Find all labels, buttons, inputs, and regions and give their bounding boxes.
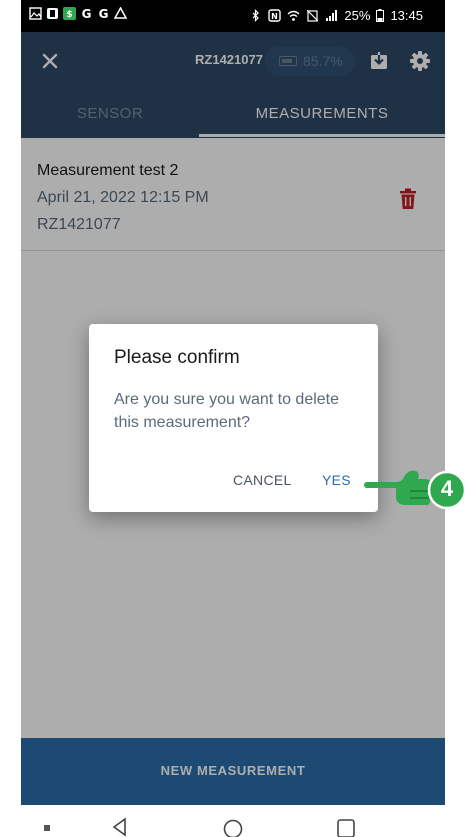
signal-icon bbox=[326, 10, 338, 21]
bluetooth-icon bbox=[252, 9, 260, 22]
svg-text:$: $ bbox=[66, 10, 72, 20]
app-notification-icon bbox=[47, 8, 58, 19]
phone-screen: $ G G N 25% 13:45 RZ1421077 85.7% SENSOR… bbox=[21, 0, 445, 805]
drive-icon bbox=[114, 7, 127, 19]
google-icon: G bbox=[82, 7, 92, 20]
dialog-title: Please confirm bbox=[114, 347, 240, 368]
step-pointer: 4 bbox=[362, 463, 466, 511]
confirm-dialog: Please confirm Are you sure you want to … bbox=[89, 324, 378, 512]
dialog-message: Are you sure you want to delete this mea… bbox=[114, 391, 340, 431]
battery-icon bbox=[376, 9, 385, 22]
cancel-button[interactable]: CANCEL bbox=[233, 472, 292, 488]
home-icon[interactable] bbox=[222, 818, 244, 837]
green-app-icon: $ bbox=[63, 7, 76, 20]
svg-text:N: N bbox=[272, 12, 279, 21]
recent-apps-icon[interactable] bbox=[336, 818, 356, 837]
svg-text:G: G bbox=[99, 7, 109, 20]
step-number: 4 bbox=[440, 476, 454, 501]
svg-text:G: G bbox=[82, 7, 92, 20]
back-icon[interactable] bbox=[111, 817, 129, 837]
clock: 13:45 bbox=[390, 8, 423, 23]
battery-percent: 25% bbox=[344, 8, 371, 23]
nfc-icon: N bbox=[268, 9, 282, 22]
wifi-icon bbox=[287, 10, 300, 21]
image-icon bbox=[29, 7, 42, 20]
nav-dot-icon bbox=[44, 825, 50, 831]
google-icon: G bbox=[99, 7, 109, 20]
mute-icon bbox=[306, 9, 319, 22]
status-bar: $ G G N 25% 13:45 bbox=[21, 0, 445, 32]
system-status: N 25% 13:45 bbox=[249, 8, 423, 23]
yes-button[interactable]: YES bbox=[322, 472, 351, 488]
notification-icons: $ G G bbox=[29, 7, 127, 20]
